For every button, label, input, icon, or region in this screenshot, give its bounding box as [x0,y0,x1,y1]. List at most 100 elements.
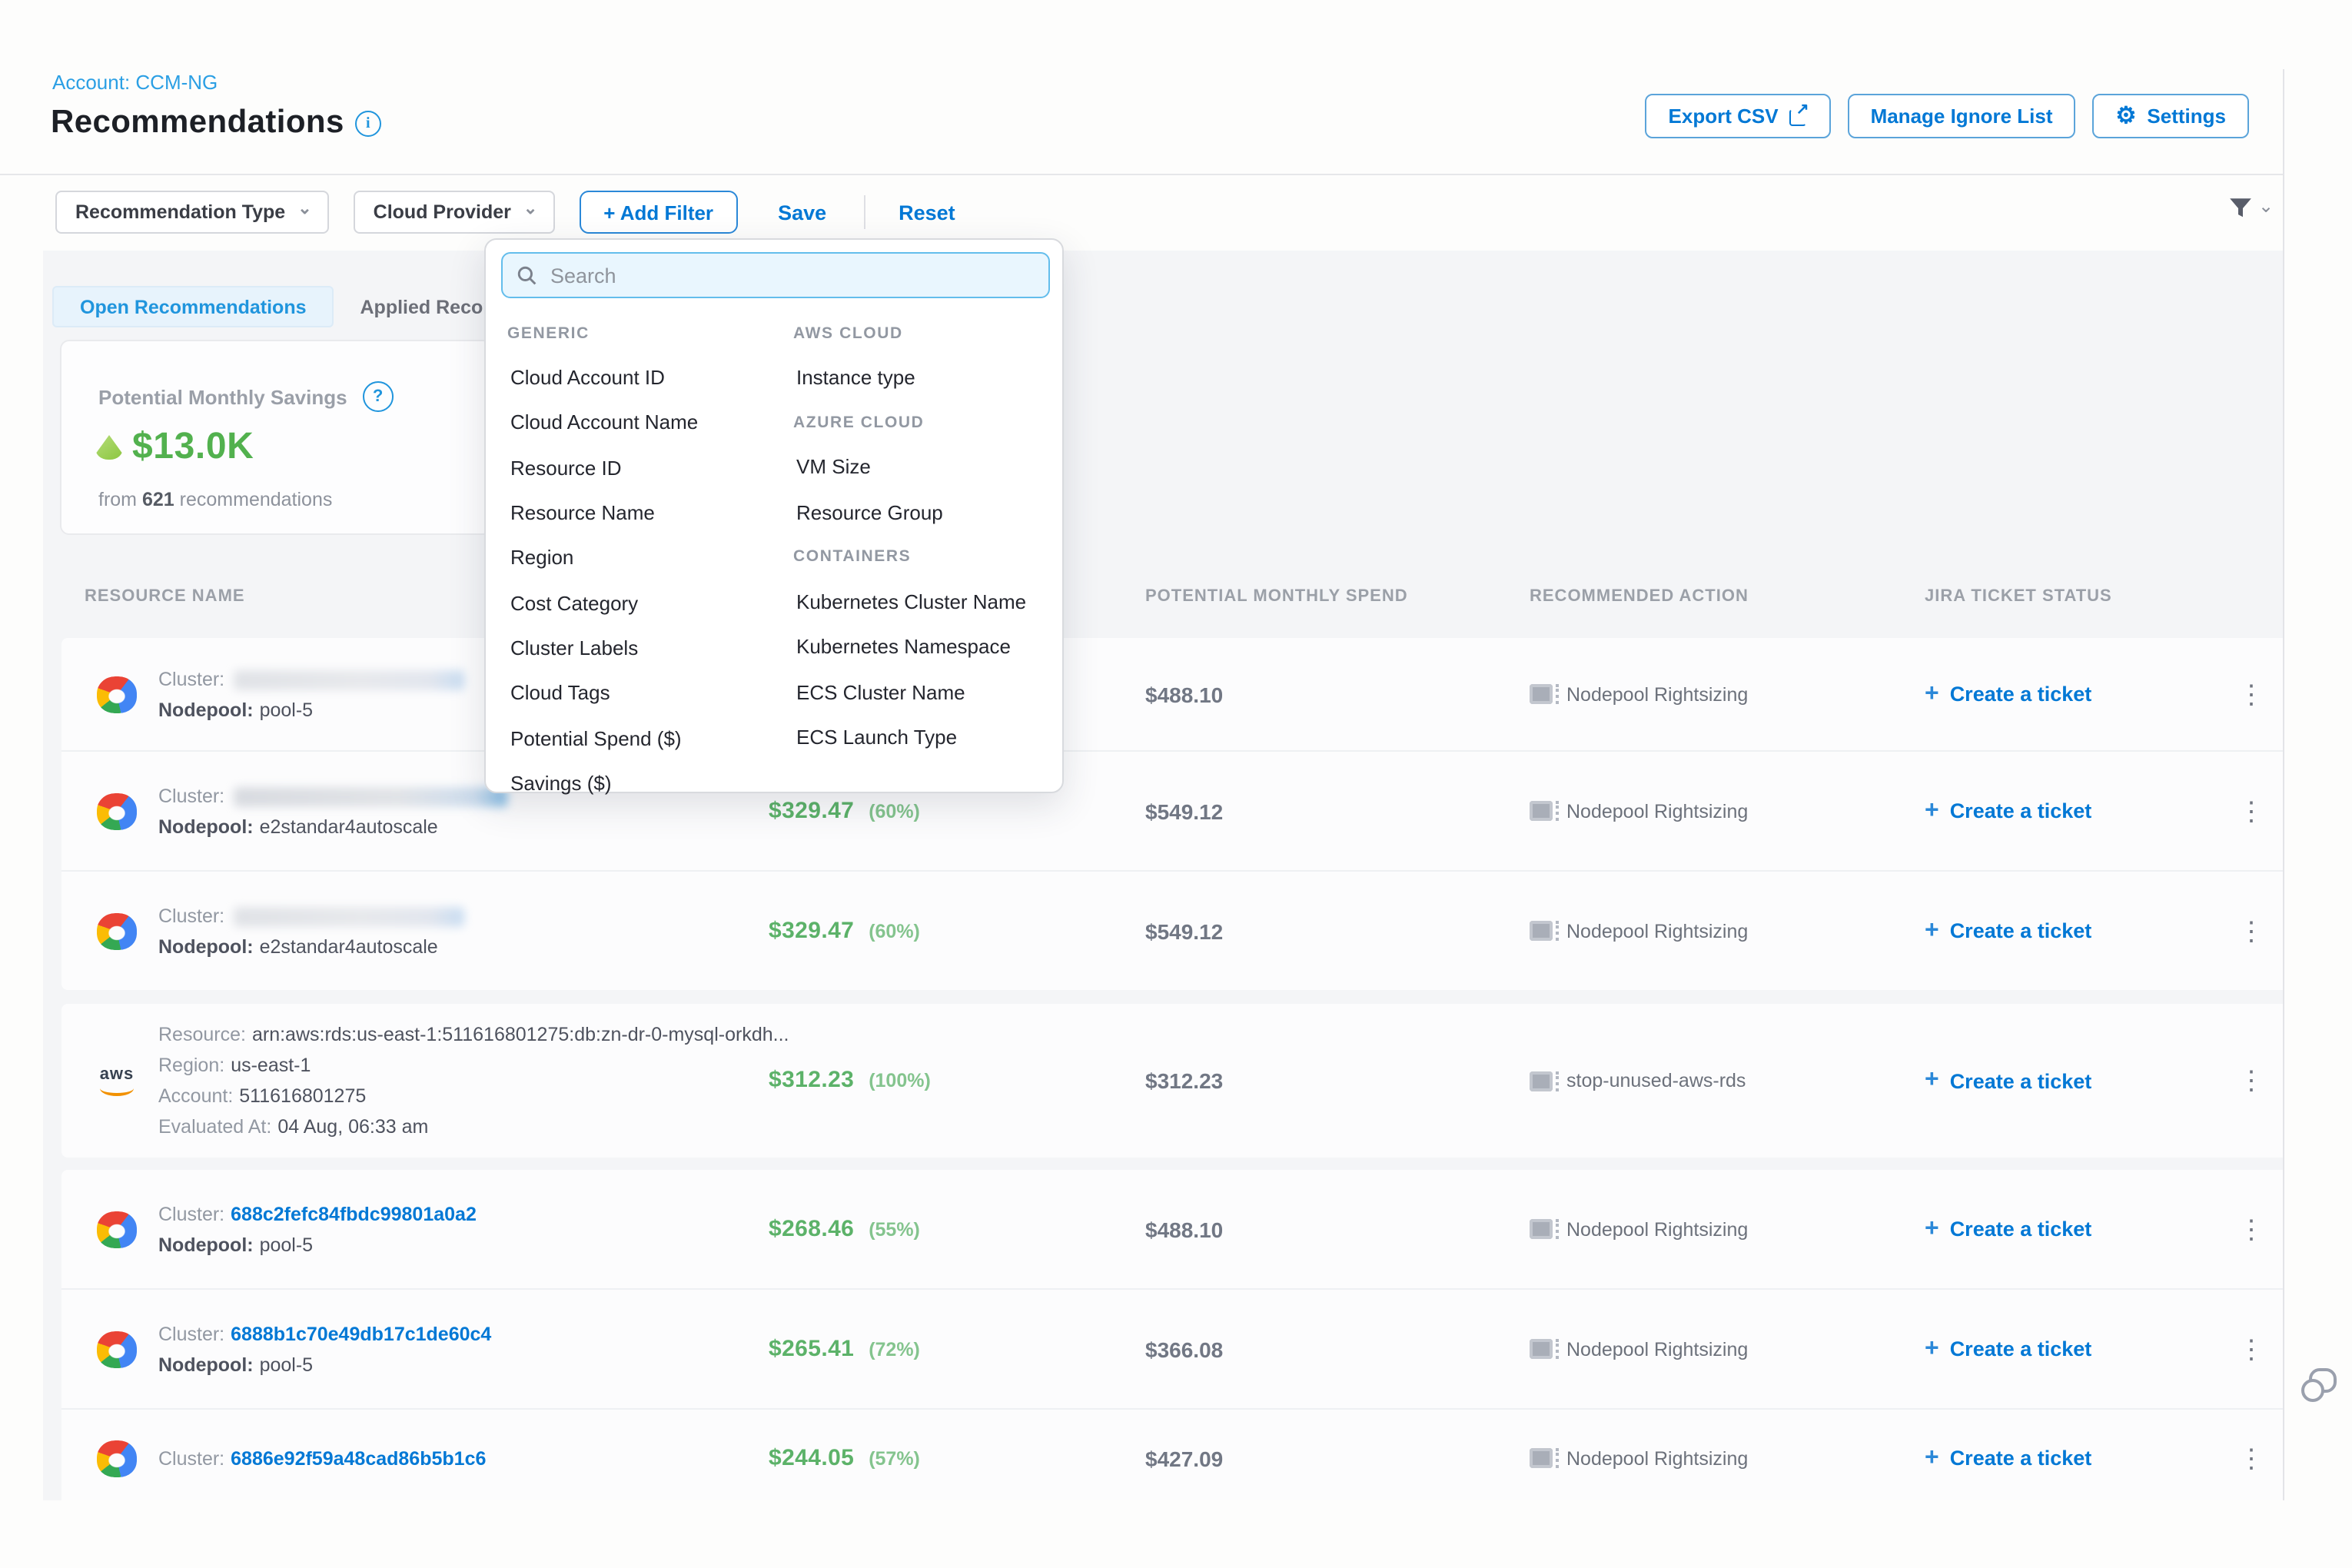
account-breadcrumb-link[interactable]: Account: CCM-NG [52,71,218,94]
create-ticket-label: Create a ticket [1950,1337,2092,1360]
create-ticket-link[interactable]: + Create a ticket [1925,1217,2091,1241]
redacted-cluster-name [234,669,464,689]
filter-option[interactable]: Kubernetes Namespace [793,624,1055,669]
add-filter-dropdown: GENERICCloud Account IDCloud Account Nam… [484,238,1064,793]
filter-option[interactable]: Cost Category [507,580,784,626]
column-header: RESOURCE NAME [85,587,245,606]
gcp-logo-icon [95,1209,138,1249]
create-ticket-link[interactable]: + Create a ticket [1925,799,2091,823]
filter-option[interactable]: Resource Group [793,490,1055,535]
table-filter-toggle[interactable]: ⌄ [2227,195,2274,221]
recommended-action-cell: stop-unused-aws-rds [1530,1070,1746,1091]
chat-widget-icon[interactable] [2301,1367,2338,1407]
dropdown-column-generic: GENERICCloud Account IDCloud Account Nam… [507,311,784,806]
spend-cell: $549.12 [1145,919,1223,943]
filter-bar: Recommendation Type ⌄ Cloud Provider ⌄ +… [55,191,955,234]
filter-option[interactable]: VM Size [793,445,1055,490]
line-label: Nodepool: [158,1354,254,1375]
search-input[interactable] [547,262,1035,288]
savings-percent: (60%) [863,800,920,822]
add-filter-button[interactable]: + Add Filter [579,191,738,234]
gcp-logo-icon [95,1438,138,1478]
column-header: RECOMMENDED ACTION [1530,587,1749,606]
resource-line: Cluster: 6886e92f59a48cad86b5b1c6 [158,1443,486,1473]
subtext-suffix: recommendations [180,489,333,510]
export-csv-button[interactable]: Export CSV [1646,94,1831,138]
kebab-menu-icon[interactable]: ⋮ [2238,918,2264,944]
search-icon [517,264,537,286]
table-row: Cluster:Nodepool:pool-5 $488.10 Nodepool… [61,638,2283,750]
line-label: Resource: [158,1024,246,1045]
create-ticket-link[interactable]: + Create a ticket [1925,1068,2091,1093]
savings-percent: (60%) [863,920,920,942]
settings-button[interactable]: ⚙ Settings [2093,94,2250,138]
action-label: Nodepool Rightsizing [1566,1338,1748,1360]
kebab-menu-icon[interactable]: ⋮ [2238,1336,2264,1362]
spend-cell: $312.23 [1145,1068,1223,1093]
filter-option[interactable]: Cloud Account Name [507,400,784,446]
savings-cell: $244.05 (57%) [769,1444,920,1472]
chevron-down-icon: ⌄ [523,201,537,218]
filter-option[interactable]: ECS Launch Type [793,715,1055,760]
savings-cell: $265.41 (72%) [769,1335,920,1363]
line-label: Evaluated At: [158,1116,271,1138]
savings-amount: $13.0K [132,426,254,469]
resource-name-cell: Cluster:688c2fefc84fbdc99801a0a2Nodepool… [158,1198,477,1260]
create-ticket-label: Create a ticket [1950,1218,2092,1241]
line-label: Cluster: [158,1447,224,1469]
line-value: arn:aws:rds:us-east-1:511616801275:db:zn… [252,1024,789,1045]
filter-option[interactable]: ECS Cluster Name [793,669,1055,715]
filter-option[interactable]: Instance type [793,355,1055,400]
create-ticket-label: Create a ticket [1950,919,2092,942]
filter-option[interactable]: Region [507,535,784,580]
line-label: Cluster: [158,668,224,689]
line-value: e2standar4autoscale [260,816,438,837]
filter-option[interactable]: Savings ($) [507,760,784,806]
filter-option[interactable]: Resource ID [507,445,784,490]
kebab-menu-icon[interactable]: ⋮ [2238,1445,2264,1471]
plus-icon: + [1925,1446,1939,1470]
rightsizing-icon [1530,1448,1553,1468]
spend-cell: $549.12 [1145,799,1223,823]
recommendations-panel: Open Recommendations Applied Recommendat… [43,251,2283,1500]
filter-option[interactable]: Cluster Labels [507,626,784,671]
kebab-menu-icon[interactable]: ⋮ [2238,681,2264,707]
resource-name-cell: Cluster:6888b1c70e49db17c1de60c4Nodepool… [158,1318,491,1380]
savings-amount: $268.46 [769,1215,854,1241]
create-ticket-label: Create a ticket [1950,799,2092,822]
cluster-link[interactable]: 6888b1c70e49db17c1de60c4 [231,1323,491,1344]
cluster-link[interactable]: 688c2fefc84fbdc99801a0a2 [231,1203,477,1224]
filter-chip-recommendation-type[interactable]: Recommendation Type ⌄ [55,191,329,234]
save-filters-link[interactable]: Save [778,201,826,224]
kebab-menu-icon[interactable]: ⋮ [2238,1068,2264,1094]
filter-option[interactable]: Cloud Tags [507,670,784,716]
resource-line: Nodepool:pool-5 [158,694,464,725]
resource-line: Evaluated At:04 Aug, 06:33 am [158,1111,789,1142]
help-icon[interactable]: ? [363,381,394,412]
cluster-link[interactable]: 6886e92f59a48cad86b5b1c6 [231,1447,486,1469]
rightsizing-icon [1530,1071,1553,1091]
create-ticket-link[interactable]: + Create a ticket [1925,1337,2091,1361]
create-ticket-link[interactable]: + Create a ticket [1925,682,2091,706]
column-header: JIRA TICKET STATUS [1925,587,2112,606]
create-ticket-link[interactable]: + Create a ticket [1925,919,2091,943]
create-ticket-link[interactable]: + Create a ticket [1925,1446,2091,1470]
gcp-logo-icon [95,911,138,951]
line-value: 511616801275 [239,1085,366,1107]
filter-option[interactable]: Resource Name [507,490,784,536]
info-icon[interactable]: i [355,110,381,136]
filter-option[interactable]: Potential Spend ($) [507,716,784,761]
kebab-menu-icon[interactable]: ⋮ [2238,798,2264,824]
savings-amount: $244.05 [769,1444,854,1470]
gcp-logo-icon [95,1329,138,1369]
tab-open-recommendations[interactable]: Open Recommendations [52,286,334,327]
kebab-menu-icon[interactable]: ⋮ [2238,1216,2264,1242]
savings-cell: $329.47 (60%) [769,917,920,945]
manage-ignore-list-button[interactable]: Manage Ignore List [1848,94,2076,138]
filter-option[interactable]: Cloud Account ID [507,355,784,400]
filter-chip-cloud-provider[interactable]: Cloud Provider ⌄ [354,191,555,234]
savings-cell: $329.47 (60%) [769,797,920,825]
filter-option[interactable]: Kubernetes Cluster Name [793,580,1055,625]
reset-filters-link[interactable]: Reset [899,201,955,224]
manage-ignore-list-label: Manage Ignore List [1871,105,2053,128]
